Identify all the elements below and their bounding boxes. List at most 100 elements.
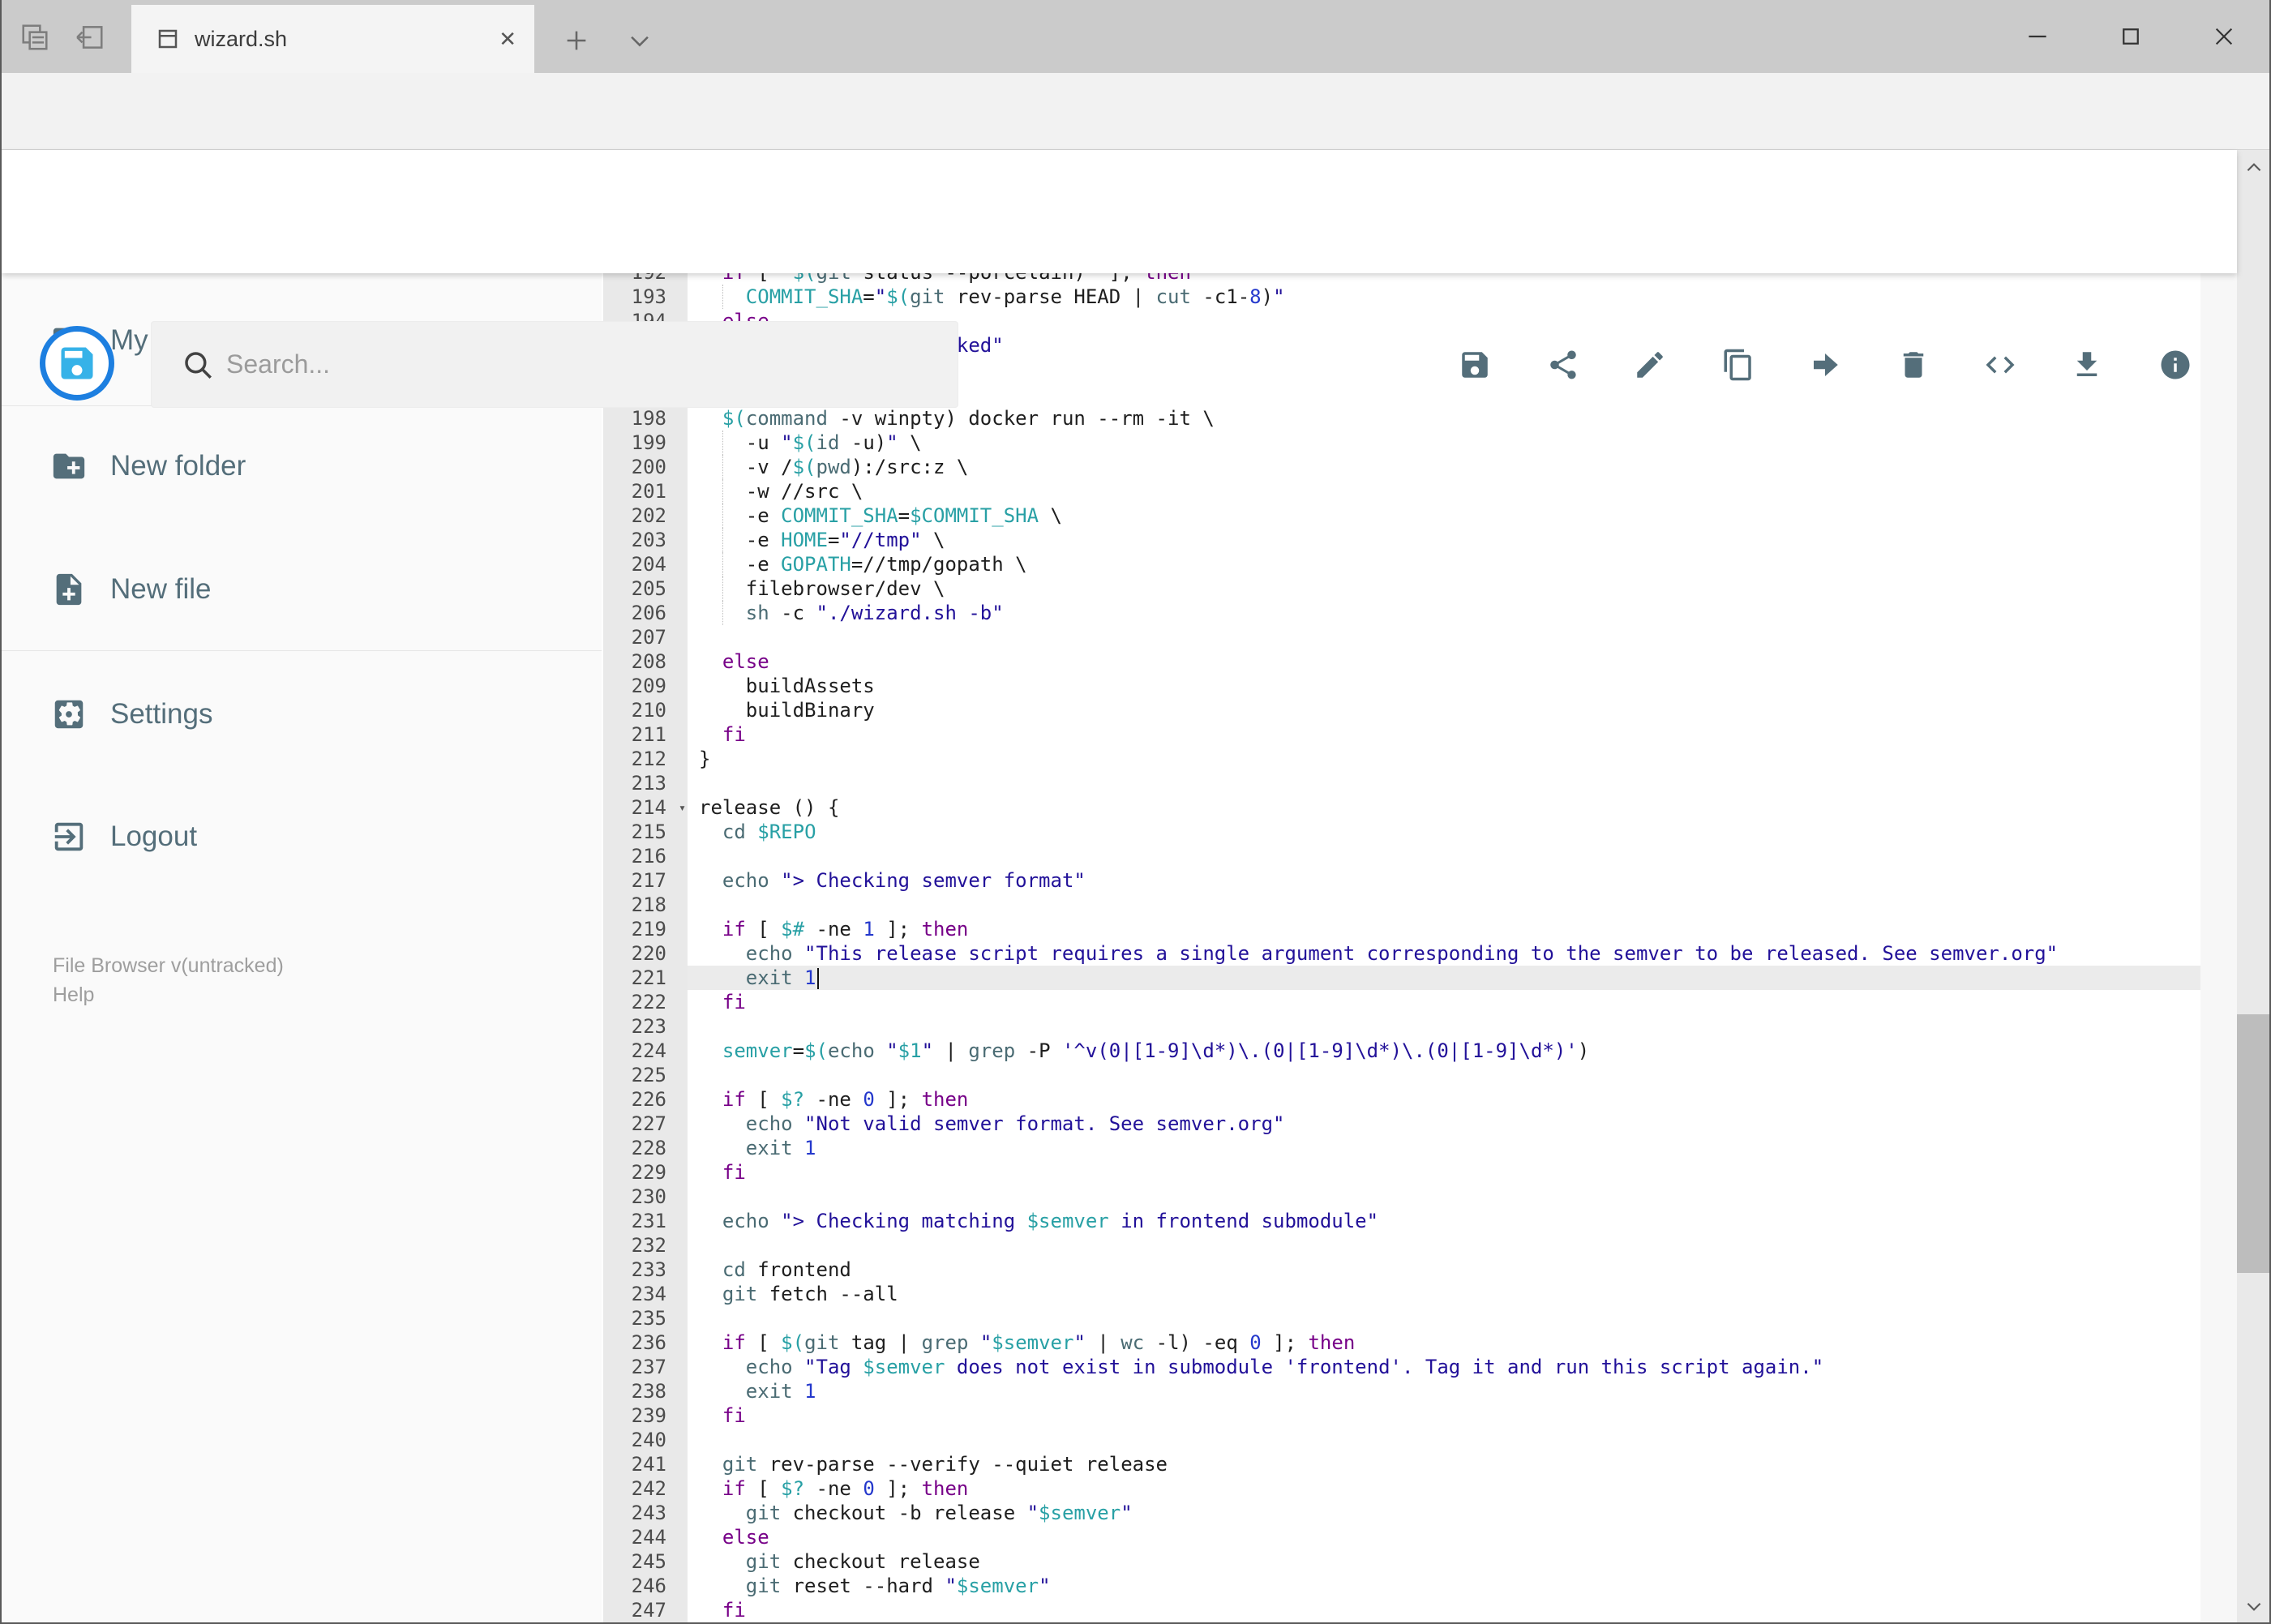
code-line[interactable]: 238 exit 1: [603, 1379, 2200, 1403]
scroll-up-icon[interactable]: [2237, 150, 2269, 186]
sidebar-item-new-file[interactable]: New file: [2, 553, 602, 626]
code-line[interactable]: 242 if [ $? -ne 0 ]; then: [603, 1476, 2200, 1501]
code-line-text[interactable]: echo "Not valid semver format. See semve…: [688, 1112, 2200, 1136]
code-line-text[interactable]: $(command -v winpty) docker run --rm -it…: [688, 406, 2200, 431]
code-line[interactable]: 206 sh -c "./wizard.sh -b": [603, 601, 2200, 625]
code-line-text[interactable]: fi: [688, 1160, 2200, 1185]
code-line-text[interactable]: [688, 1014, 2200, 1039]
code-line[interactable]: 210 buildBinary: [603, 698, 2200, 722]
code-line[interactable]: 240: [603, 1428, 2200, 1452]
code-line-text[interactable]: git reset --hard "$semver": [688, 1574, 2200, 1598]
new-tab-icon[interactable]: [553, 18, 600, 63]
code-line[interactable]: 229 fi: [603, 1160, 2200, 1185]
code-line[interactable]: 217 echo "> Checking semver format": [603, 868, 2200, 893]
copy-icon[interactable]: [1720, 347, 1756, 383]
code-line-text[interactable]: semver=$(echo "$1" | grep -P '^v(0|[1-9]…: [688, 1039, 2200, 1063]
code-icon[interactable]: [1982, 347, 2018, 383]
code-line[interactable]: 214 ▾ release () {: [603, 795, 2200, 820]
code-line[interactable]: 223: [603, 1014, 2200, 1039]
code-line-text[interactable]: exit 1: [688, 1379, 2200, 1403]
code-line[interactable]: 213: [603, 771, 2200, 795]
code-line-text[interactable]: [688, 1233, 2200, 1258]
code-line[interactable]: 193 COMMIT_SHA="$(git rev-parse HEAD | c…: [603, 285, 2200, 309]
move-icon[interactable]: [1807, 347, 1843, 383]
sidebar-item-settings[interactable]: Settings: [2, 678, 602, 751]
code-line[interactable]: 227 echo "Not valid semver format. See s…: [603, 1112, 2200, 1136]
code-line[interactable]: 215 cd $REPO: [603, 820, 2200, 844]
scrollbar-thumb[interactable]: [2237, 1014, 2269, 1273]
code-line[interactable]: 239 fi: [603, 1403, 2200, 1428]
code-line[interactable]: 216: [603, 844, 2200, 868]
code-line[interactable]: 222 fi: [603, 990, 2200, 1014]
code-line-text[interactable]: -e COMMIT_SHA=$COMMIT_SHA \: [688, 503, 2200, 528]
editor-scroll-track[interactable]: [2200, 273, 2237, 1622]
code-line-text[interactable]: [688, 844, 2200, 868]
help-link[interactable]: Help: [53, 983, 94, 1007]
code-line[interactable]: 233 cd frontend: [603, 1258, 2200, 1282]
scroll-down-icon[interactable]: [2237, 1588, 2269, 1622]
code-line-text[interactable]: git fetch --all: [688, 1282, 2200, 1306]
code-line-text[interactable]: fi: [688, 722, 2200, 747]
code-line-text[interactable]: buildAssets: [688, 674, 2200, 698]
delete-icon[interactable]: [1896, 347, 1931, 383]
code-line[interactable]: 228 exit 1: [603, 1136, 2200, 1160]
code-line[interactable]: 236 if [ $(git tag | grep "$semver" | wc…: [603, 1330, 2200, 1355]
code-line[interactable]: 231 echo "> Checking matching $semver in…: [603, 1209, 2200, 1233]
sidebar-item-logout[interactable]: Logout: [2, 800, 602, 873]
code-line-text[interactable]: -v /$(pwd):/src:z \: [688, 455, 2200, 479]
code-line[interactable]: 212}: [603, 747, 2200, 771]
fold-arrow-icon[interactable]: ▾: [679, 795, 686, 820]
code-line-text[interactable]: cd $REPO: [688, 820, 2200, 844]
code-line[interactable]: 202 -e COMMIT_SHA=$COMMIT_SHA \: [603, 503, 2200, 528]
code-line[interactable]: 205 filebrowser/dev \: [603, 576, 2200, 601]
code-line[interactable]: 226 if [ $? -ne 0 ]; then: [603, 1087, 2200, 1112]
code-line[interactable]: 220 echo "This release script requires a…: [603, 941, 2200, 966]
page-scrollbar[interactable]: [2237, 150, 2269, 1622]
code-line-text[interactable]: [688, 1185, 2200, 1209]
code-line-text[interactable]: if [ $(git tag | grep "$semver" | wc -l)…: [688, 1330, 2200, 1355]
code-line[interactable]: 204 -e GOPATH=//tmp/gopath \: [603, 552, 2200, 576]
code-line[interactable]: 201 -w //src \: [603, 479, 2200, 503]
close-window-button[interactable]: [2186, 0, 2262, 73]
code-line[interactable]: 199 -u "$(id -u)" \: [603, 431, 2200, 455]
search-input[interactable]: Search...: [151, 321, 958, 408]
code-line-text[interactable]: if [ $? -ne 0 ]; then: [688, 1087, 2200, 1112]
minimize-button[interactable]: [1999, 0, 2076, 73]
code-line-text[interactable]: cd frontend: [688, 1258, 2200, 1282]
code-line-text[interactable]: -e HOME="//tmp" \: [688, 528, 2200, 552]
code-line[interactable]: 247 fi: [603, 1598, 2200, 1622]
code-line-text[interactable]: buildBinary: [688, 698, 2200, 722]
code-line[interactable]: 244 else: [603, 1525, 2200, 1549]
code-line[interactable]: 203 -e HOME="//tmp" \: [603, 528, 2200, 552]
code-line[interactable]: 209 buildAssets: [603, 674, 2200, 698]
code-line-text[interactable]: echo "This release script requires a sin…: [688, 941, 2200, 966]
maximize-button[interactable]: [2093, 0, 2169, 73]
code-line-text[interactable]: }: [688, 747, 2200, 771]
code-line-text[interactable]: -u "$(id -u)" \: [688, 431, 2200, 455]
code-line[interactable]: 200 -v /$(pwd):/src:z \: [603, 455, 2200, 479]
code-editor[interactable]: 192 if [ "$(git status --porcelain)" ]; …: [603, 260, 2200, 1622]
download-icon[interactable]: [2069, 347, 2105, 383]
code-line[interactable]: 208 else: [603, 649, 2200, 674]
code-line[interactable]: 225: [603, 1063, 2200, 1087]
code-line[interactable]: 243 git checkout -b release "$semver": [603, 1501, 2200, 1525]
save-icon[interactable]: [1457, 347, 1493, 383]
code-line-text[interactable]: echo "> Checking matching $semver in fro…: [688, 1209, 2200, 1233]
code-line-text[interactable]: -w //src \: [688, 479, 2200, 503]
code-line-text[interactable]: git rev-parse --verify --quiet release: [688, 1452, 2200, 1476]
code-line-text[interactable]: -e GOPATH=//tmp/gopath \: [688, 552, 2200, 576]
code-line-text[interactable]: [688, 1428, 2200, 1452]
code-line-text[interactable]: if [ $# -ne 1 ]; then: [688, 917, 2200, 941]
share-icon[interactable]: [1545, 347, 1581, 383]
code-line[interactable]: 241 git rev-parse --verify --quiet relea…: [603, 1452, 2200, 1476]
code-line-text[interactable]: fi: [688, 1598, 2200, 1622]
code-line-text[interactable]: release () {: [688, 795, 2200, 820]
code-line-text[interactable]: else: [688, 649, 2200, 674]
code-line[interactable]: 232: [603, 1233, 2200, 1258]
set-tabs-aside-icon[interactable]: [66, 15, 114, 60]
code-line-text[interactable]: sh -c "./wizard.sh -b": [688, 601, 2200, 625]
code-line-text[interactable]: fi: [688, 990, 2200, 1014]
code-line-text[interactable]: git checkout -b release "$semver": [688, 1501, 2200, 1525]
code-line-text[interactable]: filebrowser/dev \: [688, 576, 2200, 601]
code-line[interactable]: 221 exit 1: [603, 966, 2200, 990]
